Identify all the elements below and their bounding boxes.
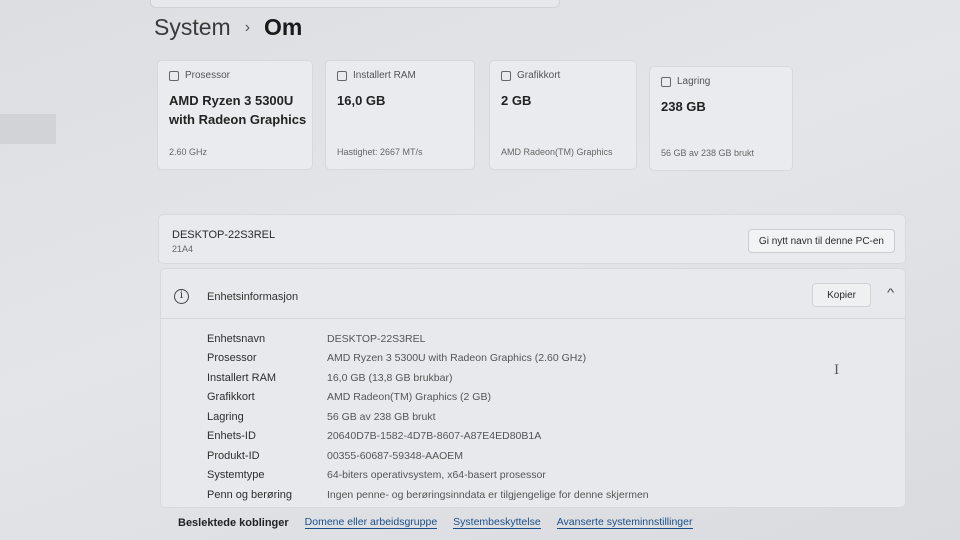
spec-card-label: Grafikkort	[517, 70, 561, 81]
spec-row-key: Penn og berøring	[207, 488, 292, 501]
spec-row-value: 20640D7B-1582-4D7B-8607-A87E4ED80B1A	[327, 430, 542, 443]
related-links: Beslektede koblinger Domene eller arbeid…	[178, 516, 693, 529]
pc-name-row: DESKTOP-22S3REL 21A4 Gi nytt navn til de…	[158, 214, 906, 264]
spec-row-key: Lagring	[207, 410, 244, 423]
spec-card-detail: 2.60 GHz	[169, 147, 208, 157]
breadcrumb-separator: ›	[244, 18, 251, 36]
spec-card-detail: AMD Radeon(TM) Graphics	[501, 147, 613, 157]
spec-row-value: DESKTOP-22S3REL	[327, 332, 426, 345]
link-domain-workgroup[interactable]: Domene eller arbeidsgruppe	[304, 516, 438, 529]
spec-row-value: AMD Radeon(TM) Graphics (2 GB)	[327, 391, 491, 404]
spec-card-label: Lagring	[677, 76, 711, 87]
spec-row: Systemtype 64-biters operativsystem, x64-…	[207, 466, 649, 486]
spec-row: Produkt-ID 00355-60687-59348-AAOEM	[207, 446, 649, 466]
spec-card-label: Prosessor	[185, 70, 231, 81]
spec-row-value: AMD Ryzen 3 5300U with Radeon Graphics (…	[327, 352, 587, 365]
spec-card-ram: Installert RAM 16,0 GB Hastighet: 2667 M…	[325, 60, 475, 170]
spec-row-value: 00355-60687-59348-AAOEM	[327, 449, 464, 462]
device-spec-title: Enhetsinformasjon	[207, 291, 299, 303]
spec-card-detail: Hastighet: 2667 MT/s	[337, 147, 423, 157]
chip-icon	[169, 70, 179, 81]
spec-row-value: 64-biters operativsystem, x64-basert pro…	[327, 469, 546, 482]
spec-card-value: 2 GB	[501, 93, 532, 108]
spec-row-value: 16,0 GB (13,8 GB brukbar)	[327, 371, 453, 384]
spec-row: Prosessor AMD Ryzen 3 5300U with Radeon G…	[207, 349, 649, 369]
link-advanced-system-settings[interactable]: Avanserte systeminnstillinger	[556, 516, 693, 529]
spec-card-graphics: Grafikkort 2 GB AMD Radeon(TM) Graphics	[489, 60, 637, 170]
device-spec-list: Enhetsnavn DESKTOP-22S3REL Prosessor AMD R…	[207, 329, 649, 505]
spec-row: Lagring 56 GB av 238 GB brukt	[207, 407, 649, 427]
text-cursor-icon: I	[834, 363, 840, 378]
pc-name: DESKTOP-22S3REL	[172, 229, 276, 241]
device-spec-header[interactable]: i Enhetsinformasjon Kopier ^	[161, 269, 905, 319]
spec-card-storage: Lagring 238 GB 56 GB av 238 GB brukt	[649, 66, 793, 171]
spec-row-key: Prosessor	[207, 352, 257, 365]
chevron-up-icon[interactable]: ^	[887, 287, 894, 299]
info-icon: i	[174, 289, 189, 304]
spec-card-processor: Prosessor AMD Ryzen 3 5300U with Radeon …	[157, 60, 313, 170]
spec-row: Grafikkort AMD Radeon(TM) Graphics (2 GB)	[207, 388, 649, 408]
spec-row-key: Grafikkort	[207, 391, 255, 404]
related-links-label: Beslektede koblinger	[178, 516, 289, 529]
spec-row: Enhets-ID 20640D7B-1582-4D7B-8607-A87E4ED…	[207, 427, 649, 447]
breadcrumb: System › Om	[154, 14, 302, 41]
spec-card-value: 16,0 GB	[337, 93, 386, 108]
spec-card-detail: 56 GB av 238 GB brukt	[661, 148, 755, 158]
device-spec-panel: i Enhetsinformasjon Kopier ^ Enhetsnavn D…	[160, 268, 906, 508]
search-bar-edge[interactable]	[150, 0, 560, 8]
spec-row-key: Installert RAM	[207, 371, 277, 384]
spec-row-key: Produkt-ID	[207, 449, 260, 462]
spec-row: Penn og berøring Ingen penne- og berøring…	[207, 485, 649, 505]
breadcrumb-system[interactable]: System	[154, 14, 231, 41]
spec-card-value: AMD Ryzen 3 5300U with Radeon Graphics	[169, 93, 307, 127]
spec-row: Installert RAM 16,0 GB (13,8 GB brukbar)	[207, 368, 649, 388]
pc-model: 21A4	[172, 244, 194, 254]
spec-row: Enhetsnavn DESKTOP-22S3REL	[207, 329, 649, 349]
spec-card-value: 238 GB	[661, 99, 706, 114]
storage-icon	[661, 76, 671, 87]
page-title: Om	[264, 14, 303, 40]
rename-pc-button[interactable]: Gi nytt navn til denne PC-en	[747, 229, 895, 253]
nav-pane-selected-item[interactable]	[0, 114, 56, 144]
spec-card-label: Installert RAM	[353, 70, 416, 81]
gpu-icon	[501, 70, 511, 81]
copy-button[interactable]: Kopier	[812, 283, 871, 307]
spec-row-value: 56 GB av 238 GB brukt	[327, 410, 436, 423]
spec-row-key: Systemtype	[207, 469, 265, 482]
memory-icon	[337, 70, 347, 81]
spec-row-key: Enhets-ID	[207, 430, 256, 443]
link-system-protection[interactable]: Systembeskyttelse	[453, 516, 541, 529]
spec-row-key: Enhetsnavn	[207, 332, 266, 345]
spec-row-value: Ingen penne- og berøringsinndata er tilg…	[327, 488, 649, 501]
